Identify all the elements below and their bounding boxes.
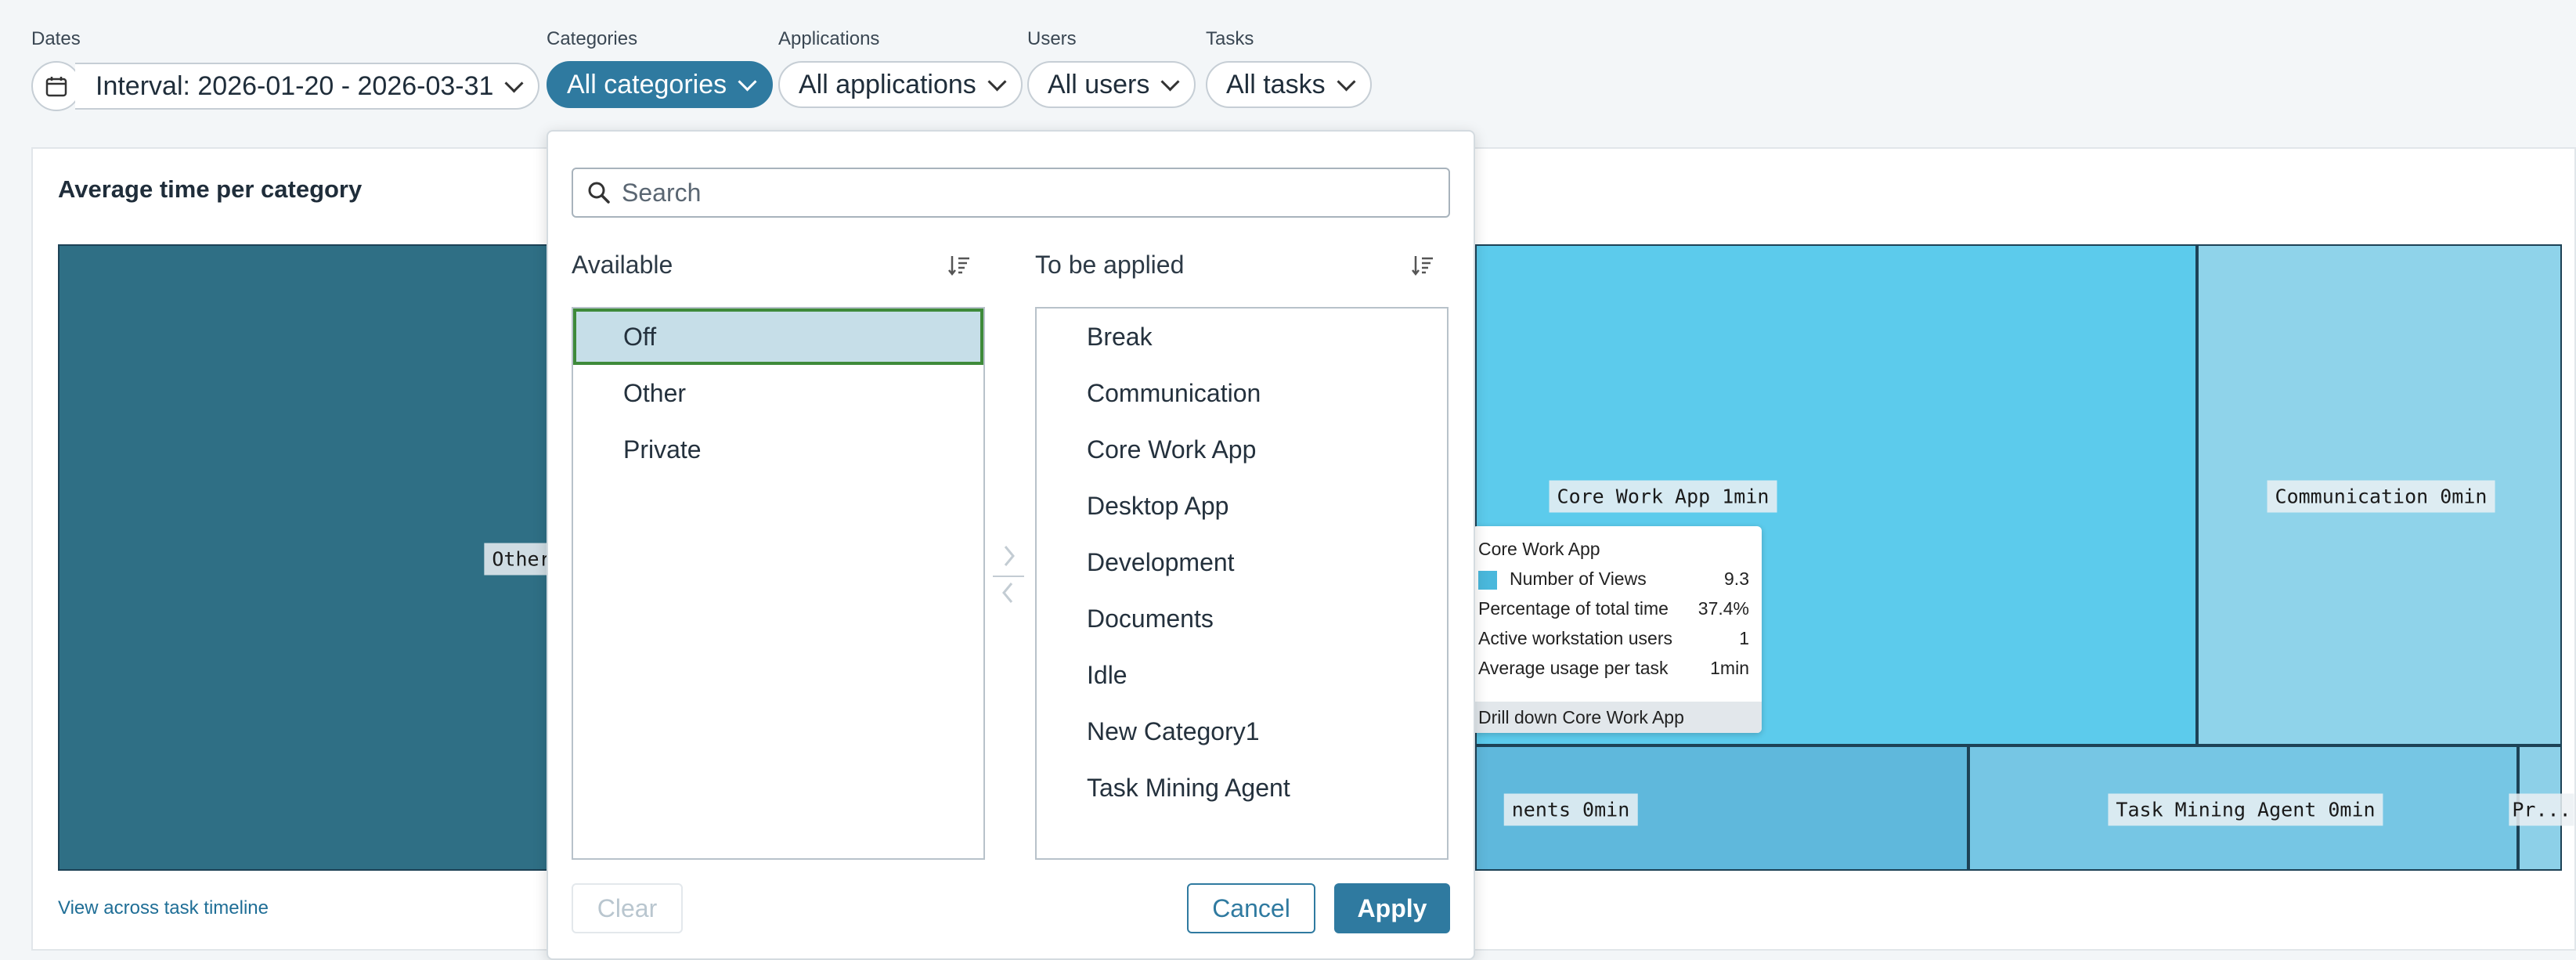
tooltip-row-value: 37.4% — [1697, 598, 1749, 619]
tasks-filter: Tasks All tasks — [1206, 28, 1372, 108]
dates-label: Dates — [31, 28, 81, 49]
list-item[interactable]: Desktop App — [1037, 478, 1447, 534]
search-field[interactable] — [572, 168, 1450, 218]
tasks-dropdown[interactable]: All tasks — [1206, 61, 1372, 108]
list-item[interactable]: Development — [1037, 534, 1447, 590]
date-interval-value: Interval: 2026-01-20 - 2026-03-31 — [96, 70, 494, 101]
tooltip-row-label: Average usage per task — [1478, 658, 1669, 678]
calendar-icon[interactable] — [31, 61, 81, 111]
available-title: Available — [572, 251, 673, 279]
applications-dropdown[interactable]: All applications — [778, 61, 1023, 108]
applications-label: Applications — [778, 28, 880, 49]
tasks-label: Tasks — [1206, 28, 1254, 49]
to-be-applied-title: To be applied — [1035, 251, 1185, 279]
list-item[interactable]: Core Work App — [1037, 421, 1447, 478]
users-value: All users — [1048, 69, 1150, 99]
sort-icon[interactable] — [947, 254, 971, 277]
list-item[interactable]: Private — [573, 421, 983, 478]
chevron-down-icon — [504, 73, 524, 93]
tooltip-title: Core Work App — [1478, 539, 1600, 559]
treemap-tile-documents[interactable]: nents 0min — [1475, 745, 1968, 871]
drill-down-link[interactable]: Drill down Core Work App — [1472, 702, 1762, 733]
to-be-applied-list: Break Communication Core Work App Deskto… — [1035, 307, 1449, 860]
tile-label: Core Work App 1min — [1549, 480, 1777, 513]
list-item[interactable]: Off — [573, 309, 983, 365]
clear-button[interactable]: Clear — [572, 883, 683, 933]
arrow-divider — [993, 576, 1024, 577]
list-item[interactable]: New Category1 — [1037, 703, 1447, 760]
chevron-left-icon[interactable] — [993, 579, 1024, 607]
tooltip-row-label: Percentage of total time — [1478, 598, 1669, 619]
list-item[interactable]: Documents — [1037, 590, 1447, 647]
categories-label: Categories — [547, 28, 638, 49]
available-list: Off Other Private — [572, 307, 985, 860]
tooltip-row: Average usage per task 1min — [1478, 658, 1749, 679]
list-item[interactable]: Other — [573, 365, 983, 421]
treemap-tile-communication[interactable]: Communication 0min — [2197, 244, 2562, 745]
transfer-arrows — [993, 542, 1024, 611]
card-title: Average time per category — [58, 175, 363, 203]
chevron-down-icon — [1337, 71, 1356, 92]
date-interval-dropdown[interactable]: Interval: 2026-01-20 - 2026-03-31 — [75, 63, 540, 110]
chevron-down-icon — [1160, 71, 1180, 92]
treemap-tile-private[interactable]: Pr... — [2509, 745, 2574, 871]
search-icon — [588, 182, 610, 204]
tooltip-row: Percentage of total time 37.4% — [1478, 598, 1749, 619]
tooltip-row-value: 9.3 — [1724, 568, 1749, 589]
tile-label: Task Mining Agent 0min — [2108, 793, 2383, 826]
tooltip-row-label: Active workstation users — [1478, 628, 1672, 648]
list-item[interactable]: Communication — [1037, 365, 1447, 421]
list-item[interactable]: Break — [1037, 309, 1447, 365]
view-task-timeline-link[interactable]: View across task timeline — [58, 897, 269, 919]
cancel-button[interactable]: Cancel — [1187, 883, 1315, 933]
tasks-value: All tasks — [1226, 69, 1326, 99]
chevron-down-icon — [738, 71, 757, 92]
categories-dropdown-panel: Available To be applied Off Other Privat… — [547, 130, 1475, 960]
apply-button[interactable]: Apply — [1334, 883, 1450, 933]
tile-label: nents 0min — [1503, 793, 1638, 826]
chevron-right-icon[interactable] — [993, 542, 1024, 570]
tooltip-row: Active workstation users 1 — [1478, 628, 1749, 649]
treemap-tile-task-mining-agent[interactable]: Task Mining Agent 0min — [1968, 745, 2518, 871]
tile-label: Communication 0min — [2267, 480, 2495, 513]
applications-filter: Applications All applications — [778, 28, 1023, 108]
tooltip-row: Number of Views 9.3 — [1478, 568, 1749, 590]
users-label: Users — [1027, 28, 1077, 49]
users-dropdown[interactable]: All users — [1027, 61, 1196, 108]
list-item[interactable]: Idle — [1037, 647, 1447, 703]
list-item[interactable]: Task Mining Agent — [1037, 760, 1447, 816]
sort-icon[interactable] — [1411, 254, 1434, 277]
dates-filter: Dates Interval: 2026-01-20 - 2026-03-31 — [31, 28, 540, 111]
users-filter: Users All users — [1027, 28, 1196, 108]
categories-filter: Categories All categories — [547, 28, 774, 108]
search-input[interactable] — [620, 177, 1406, 208]
treemap-tooltip: Core Work App Number of Views 9.3 Percent… — [1472, 526, 1762, 733]
categories-dropdown[interactable]: All categories — [547, 61, 774, 108]
tile-label: Pr... — [2509, 793, 2574, 826]
categories-value: All categories — [567, 69, 727, 99]
tooltip-row-value: 1min — [1710, 658, 1749, 678]
applications-value: All applications — [799, 69, 976, 99]
series-swatch-icon — [1478, 570, 1497, 590]
tooltip-row-label: Number of Views — [1510, 568, 1647, 589]
chevron-down-icon — [987, 71, 1007, 92]
tooltip-row-value: 1 — [1739, 628, 1749, 648]
